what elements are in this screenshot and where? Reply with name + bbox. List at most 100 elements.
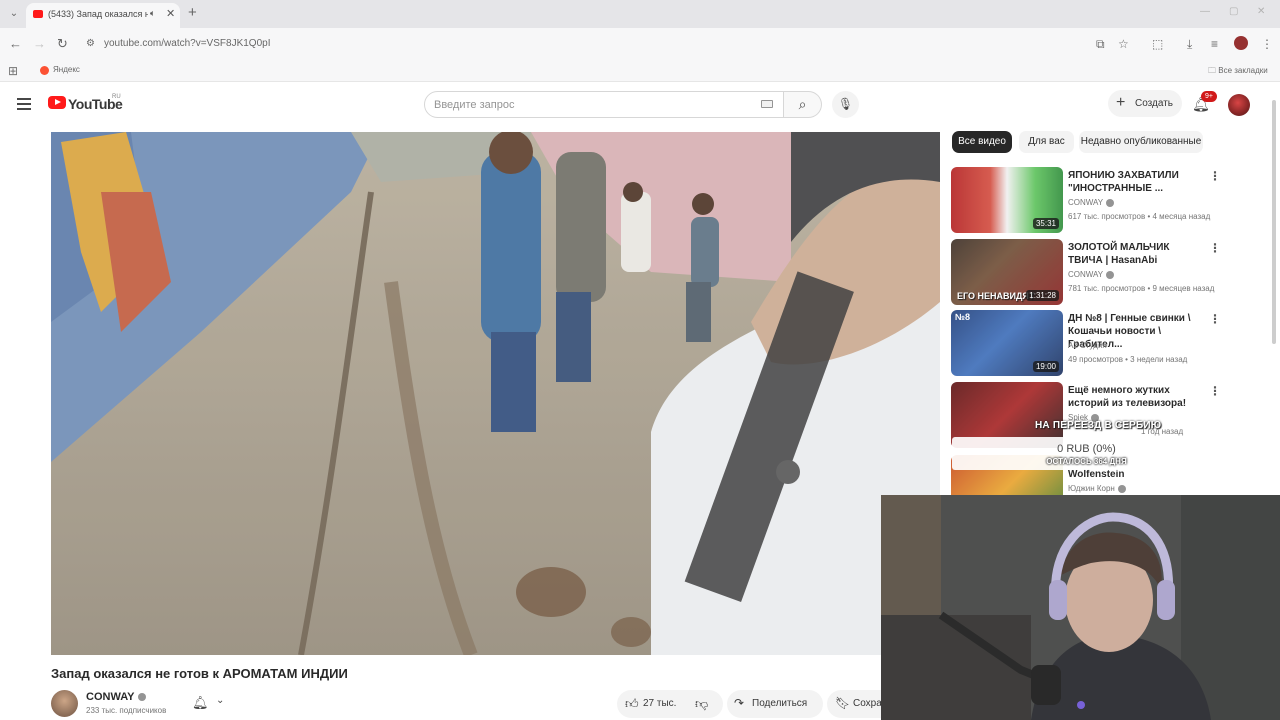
plus-icon: +: [1116, 94, 1126, 111]
dislike-button[interactable]: 👎︎: [695, 696, 708, 712]
address-bar[interactable]: youtube.com/watch?v=VSF8JK1Q0pI: [104, 38, 270, 49]
video-frame: [51, 132, 940, 655]
tab-search-icon[interactable]: ⌄: [6, 6, 22, 22]
reco-title[interactable]: Ещё немного жутких историй из телевизора…: [1068, 384, 1206, 410]
media-control-icon[interactable]: ≡: [1211, 37, 1218, 51]
video-title: Запад оказался не готов к АРОМАТАМ ИНДИИ: [51, 666, 348, 681]
search-input[interactable]: Введите запрос: [424, 91, 784, 118]
search-button[interactable]: ⌕: [784, 91, 822, 118]
all-bookmarks-label: Все закладки: [1218, 66, 1268, 75]
account-avatar[interactable]: [1228, 94, 1250, 116]
search-placeholder: Введите запрос: [434, 99, 515, 111]
donation-goal-widget: 0 RUB (0%) ОСТАЛОСЬ 364 ДНЯ: [952, 437, 1221, 470]
list-item[interactable]: 35:31 ЯПОНИЮ ЗАХВАТИЛИ "ИНОСТРАННЫЕ ... …: [951, 167, 1221, 233]
notifications-badge: 9+: [1201, 91, 1217, 102]
video-player[interactable]: [51, 132, 940, 655]
video-thumbnail[interactable]: ЕГО НЕНАВИДЯТ 1:31:28: [951, 239, 1063, 305]
verified-icon: [137, 693, 146, 702]
save-label: Сохра: [853, 698, 882, 709]
close-icon[interactable]: ✕: [166, 7, 175, 20]
more-options-icon[interactable]: ⋮: [1209, 384, 1221, 398]
reco-meta: 49 просмотров • 3 недели назад: [1068, 355, 1188, 364]
region-code: RU: [112, 94, 121, 100]
yandex-icon: [40, 66, 49, 75]
channel-name[interactable]: CONWAY: [86, 691, 146, 703]
chip-all-videos[interactable]: Все видео: [952, 131, 1012, 153]
browser-tab[interactable]: (5433) Запад оказался не готов 🔈︎ ✕: [26, 3, 180, 28]
new-tab-icon[interactable]: +: [188, 5, 197, 21]
bookmark-icon: 🔖︎: [835, 696, 851, 710]
browser-tab-bar: ⌄ (5433) Запад оказался не готов 🔈︎ ✕ + …: [0, 0, 1280, 28]
site-info-icon[interactable]: ⚙: [86, 38, 98, 50]
apps-grid-icon[interactable]: ⊞: [8, 64, 18, 78]
more-options-icon[interactable]: ⋮: [1209, 169, 1221, 183]
reco-title[interactable]: ЯПОНИЮ ЗАХВАТИЛИ "ИНОСТРАННЫЕ ...: [1068, 169, 1206, 195]
reload-icon[interactable]: ↻: [57, 36, 68, 52]
extensions-icon[interactable]: ⬚: [1152, 37, 1163, 51]
chip-for-you[interactable]: Для вас: [1019, 131, 1074, 153]
speaker-icon[interactable]: 🔈︎: [150, 8, 155, 19]
youtube-favicon-icon: [33, 10, 43, 18]
like-dislike-group: 👍︎ 27 тыс. 👎︎: [617, 690, 723, 718]
days-left: ОСТАЛОСЬ 364 ДНЯ: [1046, 457, 1127, 466]
youtube-header: YouTube RU Введите запрос ⌕ 🎙︎ + Создать…: [0, 82, 1280, 128]
reco-channel-name: CONWAY: [1068, 198, 1104, 207]
tab-title: (5433) Запад оказался не готов: [48, 9, 148, 19]
forward-icon[interactable]: →: [33, 36, 46, 52]
list-item[interactable]: №8 19:00 ДН №8 | Генные свинки \ Кошачьи…: [951, 310, 1221, 376]
reco-title[interactable]: ЗОЛОТОЙ МАЛЬЧИК ТВИЧА | HasanAbi: [1068, 241, 1206, 267]
more-options-icon[interactable]: ⋮: [1209, 241, 1221, 255]
like-button[interactable]: 👍︎: [625, 696, 639, 712]
chevron-down-icon[interactable]: ⌄: [216, 695, 224, 706]
reco-channel[interactable]: А2 Студия: [1068, 341, 1107, 350]
list-item[interactable]: ЕГО НЕНАВИДЯТ 1:31:28 ЗОЛОТОЙ МАЛЬЧИК ТВ…: [951, 239, 1221, 305]
maximize-icon[interactable]: ▢: [1229, 6, 1238, 17]
scrollbar-thumb[interactable]: [1272, 100, 1276, 344]
channel-avatar[interactable]: [51, 690, 78, 717]
duration-badge: 35:31: [1032, 218, 1059, 229]
video-thumbnail[interactable]: №8 19:00: [951, 310, 1063, 376]
create-button[interactable]: + Создать: [1108, 90, 1182, 117]
reco-meta: 617 тыс. просмотров • 4 месяца назад: [1068, 212, 1211, 221]
reco-channel[interactable]: CONWAY: [1068, 270, 1115, 279]
webcam-feed: [881, 495, 1280, 720]
thumbnail-caption: ЕГО НЕНАВИДЯТ: [957, 291, 1035, 301]
share-button[interactable]: ↷ Поделиться: [727, 690, 823, 718]
menu-icon[interactable]: [17, 98, 31, 110]
subscription-bell-icon[interactable]: 🔔︎: [192, 695, 209, 711]
back-icon[interactable]: ←: [9, 36, 22, 52]
browser-profile-icon[interactable]: [1234, 36, 1248, 50]
all-bookmarks-folder[interactable]: 🗀︎ Все закладки: [1208, 65, 1268, 79]
reco-channel[interactable]: CONWAY: [1068, 198, 1115, 207]
voice-search-button[interactable]: 🎙︎: [832, 91, 859, 118]
duration-badge: 19:00: [1032, 361, 1059, 372]
share-icon: ↷: [734, 696, 745, 710]
minimize-icon[interactable]: —: [1200, 6, 1210, 17]
donation-goal-title: НА ПЕРЕЕЗД В СЕРБИЮ: [1035, 420, 1162, 431]
bookmark-star-icon[interactable]: ☆: [1118, 37, 1129, 51]
install-app-icon[interactable]: ⧉: [1096, 37, 1105, 52]
subscriber-count: 233 тыс. подписчиков: [86, 706, 167, 715]
reco-channel-name: Юджин Корн: [1068, 484, 1115, 493]
duration-badge: 1:31:28: [1026, 290, 1059, 301]
video-thumbnail[interactable]: 35:31: [951, 167, 1063, 233]
reco-channel[interactable]: Юджин Корн: [1068, 484, 1126, 493]
browser-toolbar: ← → ↻ ⚙ youtube.com/watch?v=VSF8JK1Q0pI …: [0, 28, 1280, 60]
search-icon: ⌕: [798, 96, 807, 112]
youtube-logo-icon[interactable]: [48, 96, 66, 109]
verified-icon: [1106, 198, 1115, 207]
create-label: Создать: [1135, 98, 1174, 109]
reco-meta: 781 тыс. просмотров • 9 месяцев назад: [1068, 284, 1215, 293]
more-options-icon[interactable]: ⋮: [1209, 312, 1221, 326]
download-icon[interactable]: ⤓: [1187, 37, 1192, 52]
channel-name-text: CONWAY: [86, 691, 135, 703]
browser-menu-icon[interactable]: ⋮: [1261, 37, 1273, 51]
reco-channel-name: CONWAY: [1068, 270, 1104, 279]
window-close-icon[interactable]: ✕: [1257, 6, 1265, 17]
keyboard-icon[interactable]: [761, 100, 773, 108]
bookmark-yandex[interactable]: Яндекс: [53, 65, 80, 74]
webcam-overlay: [881, 495, 1280, 720]
save-button[interactable]: 🔖︎ Сохра: [827, 690, 887, 718]
verified-icon: [1106, 270, 1115, 279]
chip-recently-uploaded[interactable]: Недавно опубликованные: [1079, 131, 1203, 153]
